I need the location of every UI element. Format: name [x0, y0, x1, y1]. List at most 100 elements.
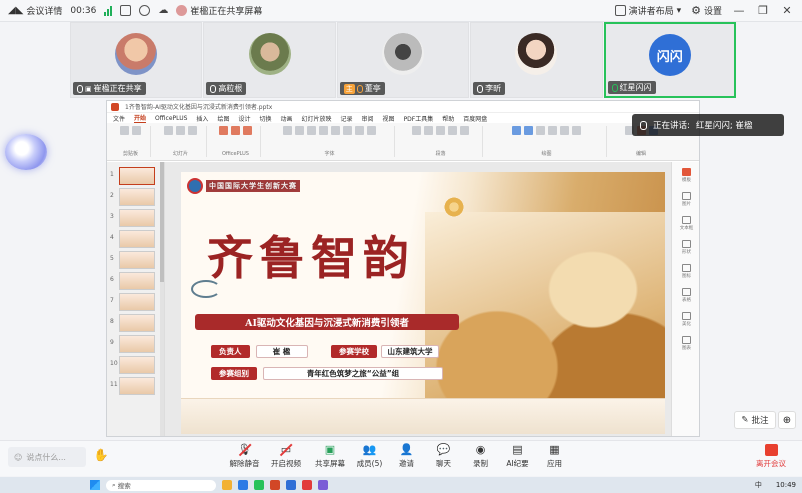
shape-tool[interactable]: 形状	[682, 240, 691, 255]
close-button[interactable]: ✕	[780, 4, 794, 17]
ime-indicator[interactable]: 中	[755, 480, 762, 490]
tool-label: 图标	[682, 274, 691, 279]
slide-thumbnail[interactable]: 9	[110, 335, 155, 353]
template-tool[interactable]: 模板	[682, 168, 691, 183]
windows-start-icon[interactable]	[90, 480, 100, 490]
menu-transitions[interactable]: 切换	[259, 114, 271, 123]
image-tool[interactable]: 图片	[682, 192, 691, 207]
meeting-app-icon[interactable]	[286, 480, 296, 490]
chat-placeholder: 说点什么...	[26, 452, 66, 462]
ribbon-group-paragraph[interactable]: 段落	[399, 126, 483, 157]
slide-thumbnail[interactable]: 6	[110, 272, 155, 290]
ribbon-group-font[interactable]: 字体	[265, 126, 395, 157]
beautify-tool[interactable]: 美化	[682, 312, 691, 327]
floating-assistant-bubble[interactable]	[5, 134, 47, 170]
participant-nametag: 主 董亭	[339, 82, 385, 95]
participant-tile[interactable]: 李昕	[470, 22, 603, 98]
ppt-window-title: 1齐鲁智韵-AI驱动文化基因与沉浸式新消费引领者.pptx	[125, 104, 273, 111]
participant-tile[interactable]: ▣ 崔楹正在共享	[70, 22, 203, 98]
menu-insert[interactable]: 插入	[196, 114, 208, 123]
menu-view[interactable]: 视图	[383, 114, 395, 123]
slide-thumbnail[interactable]: 4	[110, 230, 155, 248]
app-icon[interactable]	[318, 480, 328, 490]
chat-button[interactable]: 💬 聊天	[425, 443, 462, 469]
participant-tile[interactable]: 高粒根	[203, 22, 336, 98]
avatar-initials: 闪闪	[656, 49, 683, 65]
zoom-in-button[interactable]: ⊕	[778, 411, 796, 429]
meeting-details-button[interactable]: ◢◣ 会议详情	[8, 4, 62, 17]
slide-thumbnail[interactable]: 7	[110, 293, 155, 311]
menu-review[interactable]: 审阅	[362, 114, 374, 123]
unmute-button[interactable]: 🎙 解除静音	[226, 443, 263, 469]
share-screen-button[interactable]: ▣ 共享屏幕	[309, 443, 351, 469]
raise-hand-button[interactable]: ✋	[92, 448, 110, 466]
table-tool[interactable]: 表格	[682, 288, 691, 303]
menu-animations[interactable]: 动画	[280, 114, 292, 123]
slide-thumbnail[interactable]: 11	[110, 377, 155, 395]
slide-thumbnail[interactable]: 1	[110, 167, 155, 185]
exit-icon	[764, 444, 778, 456]
ribbon-group-clipboard[interactable]: 剪贴板	[111, 126, 151, 157]
cloud-icon[interactable]: ☁	[158, 5, 168, 16]
slide-thumbnail[interactable]: 5	[110, 251, 155, 269]
signal-strength-icon[interactable]	[104, 5, 113, 16]
settings-button[interactable]: ⚙ 设置	[691, 4, 722, 17]
members-button[interactable]: 👥 成员(5)	[351, 443, 388, 469]
slide-thumbnail[interactable]: 10	[110, 356, 155, 374]
popout-icon[interactable]	[120, 5, 132, 16]
tool-label: 形状	[682, 250, 691, 255]
slide-canvas[interactable]: 中国国际大学生创新大赛 齐鲁智韵 AI驱动文化基因与沉浸式新消费引领者 负责人 …	[165, 162, 671, 436]
chat-input[interactable]: ☺ 说点什么...	[8, 447, 86, 467]
ai-notes-button[interactable]: ▤ AI纪要	[499, 443, 536, 469]
whiteboard-icon[interactable]	[139, 5, 151, 16]
menu-home[interactable]: 开始	[134, 113, 147, 123]
slide-thumbnail[interactable]: 3	[110, 209, 155, 227]
ribbon-group-drawing[interactable]: 绘图	[487, 126, 607, 157]
browser-icon[interactable]	[238, 480, 248, 490]
thumbnail-scrollbar[interactable]	[160, 162, 164, 436]
apps-button[interactable]: ▦ 应用	[536, 443, 573, 469]
mic-muted-icon: 🎙	[237, 443, 252, 456]
slide-thumbnail[interactable]: 8	[110, 314, 155, 332]
textbox-tool[interactable]: 文本框	[679, 216, 694, 231]
menu-slideshow[interactable]: 幻灯片放映	[302, 114, 332, 123]
maximize-button[interactable]: ❐	[756, 4, 770, 17]
tool-label: AI纪要	[506, 459, 529, 468]
menu-baidu-netdisk[interactable]: 百度网盘	[463, 114, 487, 123]
minimize-button[interactable]: —	[732, 4, 746, 17]
tool-label: 图片	[682, 202, 691, 207]
taskbar-clock[interactable]: 10:49	[776, 481, 796, 489]
flower-decoration	[443, 196, 465, 218]
participant-tile-active[interactable]: 闪闪 红星闪闪	[603, 22, 736, 98]
ribbon-group-officeplus[interactable]: OfficePLUS	[211, 126, 261, 157]
powerpoint-icon[interactable]	[270, 480, 280, 490]
menu-draw[interactable]: 绘图	[217, 114, 229, 123]
slide-thumbnail-pane[interactable]: 1 2 3 4 5 6 7 8 9 10 11	[107, 162, 165, 436]
menu-record[interactable]: 记录	[341, 114, 353, 123]
participant-nametag: 李昕	[473, 82, 506, 95]
menu-help[interactable]: 帮助	[442, 114, 454, 123]
ribbon-group-label: 字体	[324, 151, 335, 157]
leave-meeting-button[interactable]: 离开会议	[756, 444, 786, 469]
ribbon-group-slides[interactable]: 幻灯片	[155, 126, 207, 157]
annotate-button[interactable]: ✎ 批注	[734, 411, 776, 429]
start-video-button[interactable]: ▭ 开启视频	[263, 443, 309, 469]
record-button[interactable]: ◉ 录制	[462, 443, 499, 469]
chart-tool[interactable]: 图表	[682, 336, 691, 351]
icon-tool[interactable]: 图标	[682, 264, 691, 279]
menu-design[interactable]: 设计	[238, 114, 250, 123]
layout-button[interactable]: 演讲者布局 ▾	[614, 4, 681, 17]
participant-tile[interactable]: 主 董亭	[336, 22, 470, 98]
slide-thumbnail[interactable]: 2	[110, 188, 155, 206]
menu-pdf-tools[interactable]: PDF工具集	[404, 114, 434, 123]
shared-screen[interactable]: 1齐鲁智韵-AI驱动文化基因与沉浸式新消费引领者.pptx 文件 开始 Offi…	[106, 100, 700, 437]
invite-button[interactable]: 👤 邀请	[388, 443, 425, 469]
tool-label: 文本框	[679, 226, 694, 231]
file-explorer-icon[interactable]	[222, 480, 232, 490]
taskbar-search[interactable]: ⌕ 搜索	[106, 479, 216, 491]
menu-officeplus[interactable]: OfficePLUS	[155, 115, 187, 122]
wechat-icon[interactable]	[254, 480, 264, 490]
app-icon[interactable]	[302, 480, 312, 490]
tool-label: 共享屏幕	[315, 459, 345, 468]
menu-file[interactable]: 文件	[113, 114, 125, 123]
